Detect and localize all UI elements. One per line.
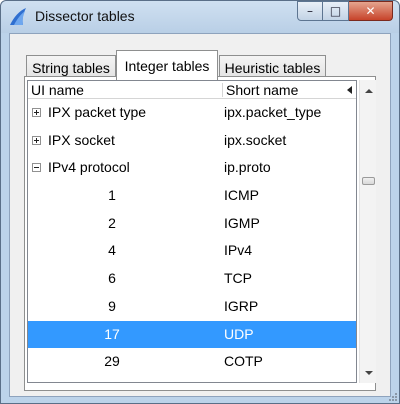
vertical-scrollbar[interactable] xyxy=(359,80,376,383)
expand-plus-icon[interactable] xyxy=(32,135,41,145)
client-area: String tables Integer tables Heuristic t… xyxy=(9,33,391,397)
integer-tables-panel: UI name Short name IPX packet type ipx.p… xyxy=(24,76,376,391)
row-ui-name: IPX socket xyxy=(48,131,115,148)
dissector-tables-window: Dissector tables – □ ✕ String tables Int… xyxy=(0,0,400,404)
row-short-name: ICMP xyxy=(224,187,259,204)
expand-plus-icon[interactable] xyxy=(32,108,41,117)
row-ui-name: 9 xyxy=(108,297,116,314)
tree-row-child[interactable]: 29 COTP xyxy=(28,348,356,376)
scroll-up-button[interactable] xyxy=(360,82,377,99)
tree-row-ipx-socket[interactable]: IPX socket ipx.socket xyxy=(28,127,356,155)
minimize-button[interactable]: – xyxy=(297,1,323,21)
caption-buttons: – □ ✕ xyxy=(297,1,393,21)
tree-row-child[interactable]: 1 ICMP xyxy=(28,182,356,210)
ui-name-cell: 6 xyxy=(28,265,221,293)
row-ui-name: 2 xyxy=(108,214,116,231)
column-header-label: Short name xyxy=(226,82,299,98)
row-short-name: ipx.socket xyxy=(224,131,287,148)
row-ui-name: 6 xyxy=(108,270,116,287)
tab-label: String tables xyxy=(32,59,110,76)
ui-name-cell: 17 xyxy=(28,321,221,349)
scrollbar-thumb[interactable] xyxy=(362,177,375,185)
wireshark-fin-icon xyxy=(10,8,26,25)
resize-grip-icon[interactable] xyxy=(388,392,398,402)
arrow-down-icon xyxy=(364,370,373,375)
scroll-down-button[interactable] xyxy=(360,364,377,381)
ui-name-cell: 29 xyxy=(28,348,221,376)
tab-label: Integer tables xyxy=(124,57,210,74)
title-bar[interactable]: Dissector tables – □ ✕ xyxy=(1,1,399,33)
ui-name-cell: 2 xyxy=(28,210,221,238)
window-title: Dissector tables xyxy=(35,8,135,24)
row-short-name: UDP xyxy=(224,325,254,342)
row-short-name: IGRP xyxy=(224,297,259,314)
tree-row-ipv4-protocol[interactable]: IPv4 protocol ip.proto xyxy=(28,154,356,182)
tree-rows: IPX packet type ipx.packet_type IPX sock… xyxy=(28,99,356,376)
row-ui-name: 4 xyxy=(108,242,116,259)
row-short-name: ip.proto xyxy=(224,159,271,176)
dissector-tree[interactable]: UI name Short name IPX packet type ipx.p… xyxy=(27,80,357,383)
row-short-name: IPv4 xyxy=(224,242,253,259)
row-ui-name: IPv4 protocol xyxy=(48,159,130,176)
tree-row-child[interactable]: 6 TCP xyxy=(28,265,356,293)
ui-name-cell: IPv4 protocol xyxy=(28,154,221,182)
row-short-name: IGMP xyxy=(224,214,260,231)
tree-row-child[interactable]: 4 IPv4 xyxy=(28,237,356,265)
tab-integer-tables[interactable]: Integer tables xyxy=(116,50,218,80)
column-header-label: UI name xyxy=(31,82,84,98)
minimize-icon: – xyxy=(307,4,313,18)
row-short-name: COTP xyxy=(224,353,263,370)
maximize-button[interactable]: □ xyxy=(323,1,349,21)
collapse-minus-icon[interactable] xyxy=(32,163,41,173)
row-ui-name: 29 xyxy=(104,353,120,370)
tree-row-child[interactable]: 9 IGRP xyxy=(28,293,356,321)
tree-row-selected[interactable]: 17 UDP xyxy=(28,320,356,349)
row-short-name: TCP xyxy=(224,270,252,287)
close-button[interactable]: ✕ xyxy=(349,1,393,21)
ui-name-cell: 4 xyxy=(28,237,221,265)
row-ui-name: 17 xyxy=(104,325,120,342)
tree-row-child[interactable]: 2 IGMP xyxy=(28,210,356,238)
tree-row-ipx-packet-type[interactable]: IPX packet type ipx.packet_type xyxy=(28,99,356,127)
ui-name-cell: IPX packet type xyxy=(28,99,221,127)
row-ui-name: IPX packet type xyxy=(48,104,147,120)
maximize-icon: □ xyxy=(329,4,342,18)
column-header-short-name[interactable]: Short name xyxy=(223,81,356,99)
ui-name-cell: IPX socket xyxy=(28,127,221,155)
ui-name-cell: 9 xyxy=(28,293,221,321)
sort-indicator-icon xyxy=(347,86,352,94)
ui-name-cell: 1 xyxy=(28,182,221,210)
tree-header: UI name Short name xyxy=(28,81,356,99)
column-header-ui-name[interactable]: UI name xyxy=(28,81,221,99)
row-short-name: ipx.packet_type xyxy=(224,104,322,120)
row-ui-name: 1 xyxy=(108,187,116,204)
tab-label: Heuristic tables xyxy=(224,59,321,76)
close-icon: ✕ xyxy=(365,4,376,18)
arrow-up-icon xyxy=(364,88,373,93)
